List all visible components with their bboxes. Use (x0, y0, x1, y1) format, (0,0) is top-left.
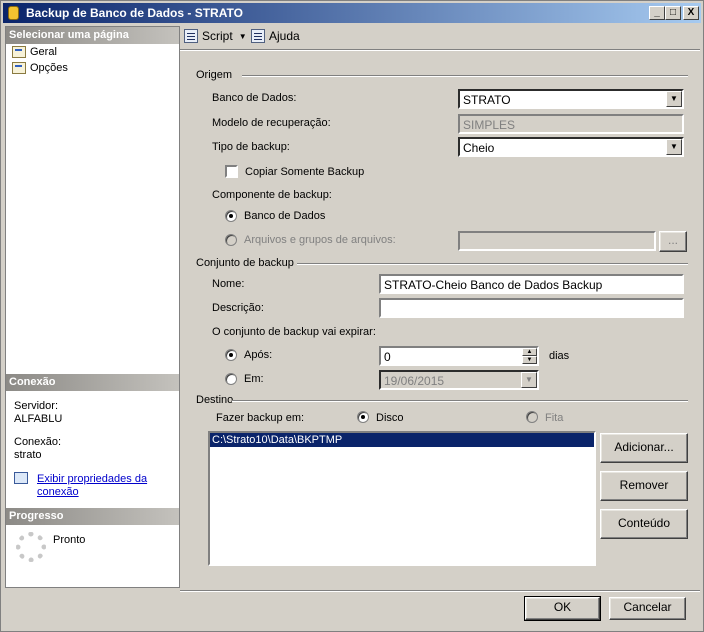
page-item-options[interactable]: Opções (12, 60, 68, 75)
script-button[interactable]: Script ▼ (184, 29, 247, 43)
expire-days-input[interactable]: 0 ▲ ▼ (379, 346, 539, 366)
contents-button[interactable]: Conteúdo (600, 509, 688, 539)
toolbar: Script ▼ Ajuda (180, 25, 700, 49)
database-value: STRATO (463, 93, 511, 107)
disk-radio[interactable] (357, 411, 369, 423)
connection-label: Conexão: (14, 436, 62, 448)
chevron-down-icon: ▼ (521, 372, 537, 388)
expire-date-value: 19/06/2015 (384, 374, 445, 388)
chevron-down-icon[interactable]: ▼ (666, 139, 682, 155)
days-label: dias (549, 350, 570, 362)
page-item-label: Opções (30, 61, 68, 74)
backup-to-label: Fazer backup em: (216, 412, 305, 424)
browse-files-button[interactable]: ... (659, 231, 687, 252)
list-item[interactable]: C:\Strato10\Data\BKPTMP (210, 433, 594, 447)
remove-destination-button[interactable]: Remover (600, 471, 688, 501)
recovery-model-value: SIMPLES (463, 118, 516, 132)
script-label: Script (202, 29, 233, 43)
expire-after-label[interactable]: Após: (244, 349, 272, 361)
component-files-radio[interactable] (225, 234, 237, 246)
spin-down-icon[interactable]: ▼ (522, 356, 537, 364)
destination-group-line (232, 400, 688, 402)
close-button[interactable]: X (683, 6, 699, 20)
left-panel: Selecionar uma página Geral Opções Conex… (5, 26, 180, 588)
destination-list[interactable]: C:\Strato10\Data\BKPTMP (208, 431, 596, 566)
recovery-model-label: Modelo de recuperação: (212, 117, 331, 129)
expire-days-value: 0 (384, 350, 391, 364)
help-button[interactable]: Ajuda (251, 29, 300, 43)
page-item-label: Geral (30, 45, 57, 58)
footer-separator (180, 590, 700, 592)
origin-group-label: Origem (196, 69, 233, 81)
progress-status: Pronto (53, 534, 86, 546)
page-item-general[interactable]: Geral (12, 44, 57, 59)
expire-on-label[interactable]: Em: (244, 373, 264, 385)
chevron-down-icon[interactable]: ▼ (666, 91, 682, 107)
window-title: Backup de Banco de Dados - STRATO (26, 6, 243, 20)
add-destination-button[interactable]: Adicionar... (600, 433, 688, 463)
disk-label[interactable]: Disco (376, 412, 404, 424)
progress-spinner-icon (16, 532, 46, 562)
destination-group-label: Destino (196, 394, 234, 406)
copy-only-label[interactable]: Copiar Somente Backup (245, 166, 364, 178)
origin-group-line (242, 75, 688, 77)
description-label: Descrição: (212, 302, 264, 314)
name-input[interactable]: STRATO-Cheio Banco de Dados Backup (379, 274, 684, 294)
component-database-radio[interactable] (225, 210, 237, 222)
expire-date-picker: 19/06/2015 ▼ (379, 370, 539, 390)
component-database-label[interactable]: Banco de Dados (244, 210, 325, 222)
expire-label: O conjunto de backup vai expirar: (212, 326, 376, 338)
backup-dialog: Backup de Banco de Dados - STRATO _ □ X … (0, 0, 704, 632)
backup-component-label: Componente de backup: (212, 189, 332, 201)
settings-page-icon (12, 45, 26, 58)
component-files-label: Arquivos e grupos de arquivos: (244, 234, 396, 246)
recovery-model-field: SIMPLES (458, 114, 684, 134)
server-label: Servidor: (14, 400, 59, 412)
minimize-button[interactable]: _ (649, 6, 665, 20)
description-input[interactable] (379, 298, 684, 318)
spin-up-icon[interactable]: ▲ (522, 348, 537, 356)
connection-properties-icon (14, 472, 28, 484)
tape-label: Fita (545, 412, 564, 424)
expire-after-radio[interactable] (225, 349, 237, 361)
help-icon (251, 29, 265, 43)
view-connection-properties-link-cont[interactable]: conexão (37, 486, 79, 498)
ok-button[interactable]: OK (524, 596, 601, 621)
database-label: Banco de Dados: (212, 92, 297, 104)
maximize-button[interactable]: □ (665, 6, 681, 20)
general-page: Origem Banco de Dados: STRATO ▼ Modelo d… (180, 51, 700, 591)
view-connection-properties-link[interactable]: Exibir propriedades da (37, 473, 147, 485)
progress-header: Progresso (6, 508, 179, 525)
script-icon (184, 29, 198, 43)
cancel-button[interactable]: Cancelar (609, 597, 686, 620)
name-value: STRATO-Cheio Banco de Dados Backup (384, 278, 603, 292)
backup-type-label: Tipo de backup: (212, 141, 290, 153)
expire-on-radio[interactable] (225, 373, 237, 385)
backup-set-group-line (297, 263, 688, 265)
days-spinner[interactable]: ▲ ▼ (522, 348, 537, 364)
database-select[interactable]: STRATO ▼ (458, 89, 684, 109)
backup-type-select[interactable]: Cheio ▼ (458, 137, 684, 157)
settings-page-icon (12, 61, 26, 74)
select-page-header: Selecionar uma página (6, 27, 179, 44)
chevron-down-icon: ▼ (238, 31, 247, 41)
backup-set-group-label: Conjunto de backup (196, 257, 294, 269)
copy-only-checkbox[interactable] (225, 165, 238, 178)
connection-header: Conexão (6, 374, 179, 391)
database-icon (8, 6, 19, 20)
backup-type-value: Cheio (463, 141, 495, 155)
server-value: ALFABLU (14, 413, 63, 425)
help-label: Ajuda (269, 29, 300, 43)
name-label: Nome: (212, 278, 245, 290)
title-bar[interactable]: Backup de Banco de Dados - STRATO _ □ X (3, 3, 701, 23)
connection-value: strato (14, 449, 42, 461)
tape-radio[interactable] (526, 411, 538, 423)
files-field (458, 231, 656, 251)
